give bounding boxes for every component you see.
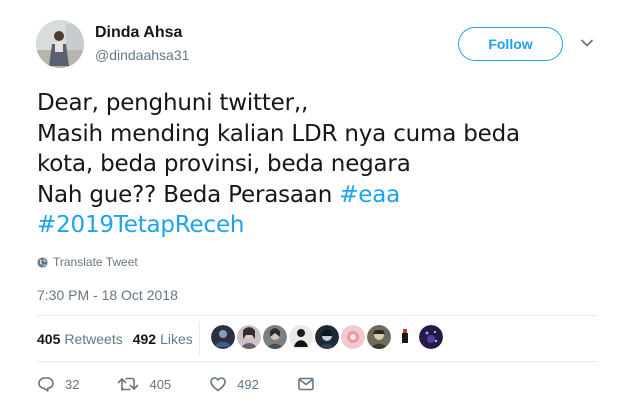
- translate-label: Translate Tweet: [53, 255, 138, 269]
- retweets-label[interactable]: Retweets: [64, 331, 122, 347]
- liker-avatar[interactable]: [341, 325, 365, 349]
- retweet-icon: [118, 377, 139, 391]
- retweet-count: 405: [149, 376, 172, 392]
- liker-avatar[interactable]: [419, 325, 443, 349]
- tweet-line: kota, beda provinsi, beda negara: [37, 151, 411, 177]
- likes-count[interactable]: 492: [133, 331, 156, 347]
- liker-avatars: [211, 325, 445, 349]
- retweet-button[interactable]: 405: [117, 375, 171, 393]
- tweet-timestamp[interactable]: 7:30 PM - 18 Oct 2018: [37, 287, 178, 303]
- divider: [37, 361, 597, 362]
- message-icon: [298, 377, 314, 391]
- display-name[interactable]: Dinda Ahsa: [95, 24, 182, 42]
- globe-icon: [37, 256, 48, 268]
- avatar-photo: [36, 20, 84, 68]
- stats-separator: [199, 322, 200, 356]
- reply-count: 32: [65, 376, 80, 392]
- hashtag-link[interactable]: #2019TetapReceh: [37, 212, 244, 238]
- avatar[interactable]: [36, 20, 84, 68]
- tweet-line-text: Nah gue?? Beda Perasaan: [37, 181, 340, 208]
- tweet-stats: 405 Retweets 492 Likes: [37, 331, 193, 347]
- reply-icon: [38, 377, 54, 392]
- like-button[interactable]: 492: [209, 375, 259, 393]
- liker-avatar[interactable]: [367, 325, 391, 349]
- translate-tweet-link[interactable]: Translate Tweet: [37, 255, 138, 269]
- liker-avatar[interactable]: [237, 325, 261, 349]
- retweets-count[interactable]: 405: [37, 331, 60, 347]
- chevron-down-icon[interactable]: [580, 36, 594, 50]
- tweet-text: Dear, penghuni twitter,, Masih mending k…: [37, 88, 520, 241]
- tweet-line: Nah gue?? Beda Perasaan #eaa: [37, 180, 520, 211]
- follow-button[interactable]: Follow: [458, 27, 563, 61]
- tweet-line: Dear, penghuni twitter,,: [37, 90, 309, 116]
- user-handle[interactable]: @dindaahsa31: [95, 47, 189, 63]
- liker-avatar[interactable]: [315, 325, 339, 349]
- tweet-actions: 32 405 492: [37, 375, 363, 393]
- likes-label[interactable]: Likes: [160, 331, 193, 347]
- liker-avatar[interactable]: [289, 325, 313, 349]
- reply-button[interactable]: 32: [37, 375, 79, 393]
- liker-avatar[interactable]: [393, 325, 417, 349]
- like-count: 492: [237, 376, 259, 392]
- direct-message-button[interactable]: [297, 375, 325, 393]
- tweet-line: #2019TetapReceh: [37, 210, 520, 241]
- liker-avatar[interactable]: [211, 325, 235, 349]
- hashtag-link[interactable]: #eaa: [339, 182, 400, 208]
- heart-icon: [210, 377, 226, 392]
- tweet-line: Masih mending kalian LDR nya cuma beda: [37, 120, 520, 147]
- divider: [37, 315, 597, 316]
- liker-avatar[interactable]: [263, 325, 287, 349]
